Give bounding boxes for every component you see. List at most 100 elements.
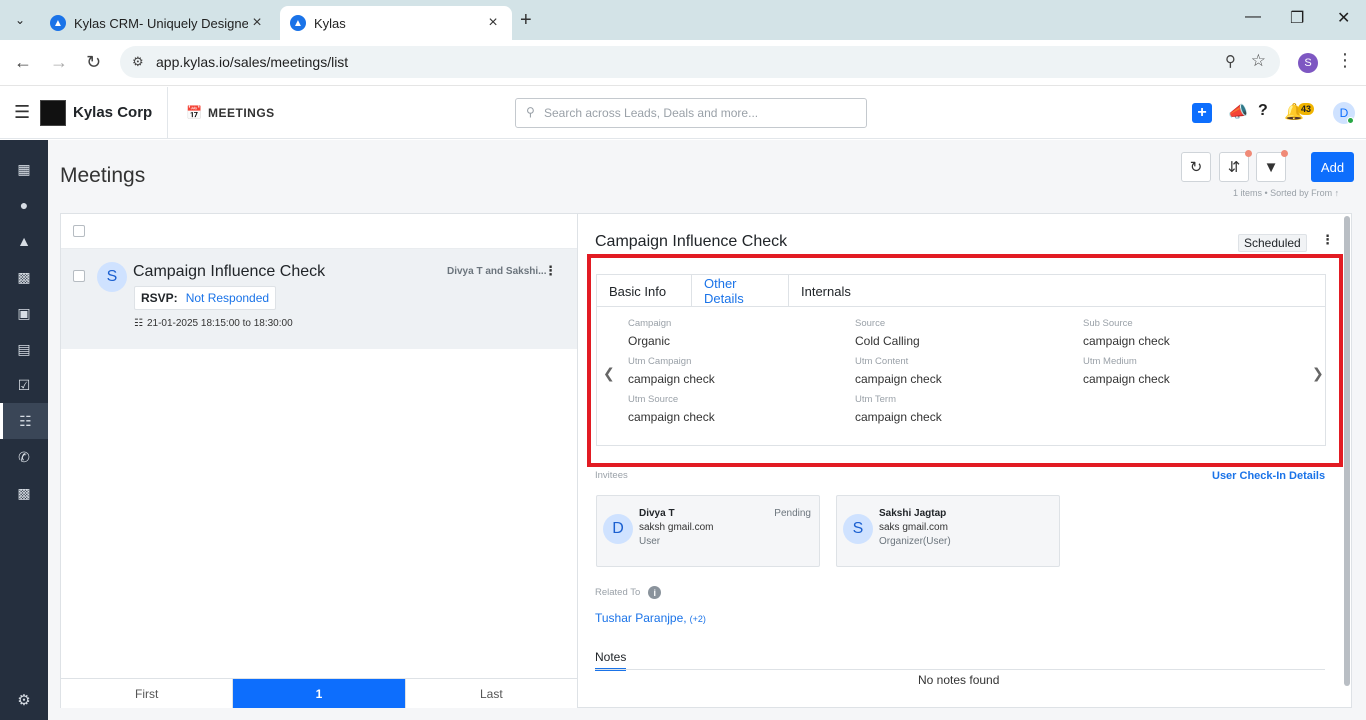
field-label: Utm Campaign	[628, 356, 692, 367]
related-to-text: Related To	[595, 587, 641, 598]
settings-gear-icon[interactable]: ⚙	[0, 682, 48, 718]
row-more-icon[interactable]: ⋮	[544, 263, 557, 279]
browser-profile-avatar[interactable]: S	[1298, 53, 1318, 73]
field-value: Cold Calling	[855, 334, 920, 348]
field-sub-source: Sub Source campaign check	[1083, 318, 1170, 348]
row-checkbox[interactable]	[73, 270, 85, 282]
meetings-list-panel: S Campaign Influence Check Divya T and S…	[60, 213, 578, 708]
close-tab-icon[interactable]: ×	[484, 14, 502, 32]
add-button[interactable]: Add	[1311, 152, 1354, 182]
global-search-input[interactable]: ⚲ Search across Leads, Deals and more...	[515, 98, 867, 128]
browser-menu-icon[interactable]: ⋮	[1336, 50, 1354, 71]
field-utm-medium: Utm Medium campaign check	[1083, 356, 1170, 386]
minimize-icon[interactable]: —	[1245, 8, 1261, 26]
field-value: campaign check	[1083, 372, 1170, 386]
chevron-left-icon[interactable]: ❮	[603, 365, 615, 382]
filter-button[interactable]: ▼	[1256, 152, 1286, 182]
new-tab-icon[interactable]: +	[520, 9, 532, 32]
field-label: Utm Content	[855, 356, 909, 367]
user-check-in-link[interactable]: User Check-In Details	[1212, 470, 1325, 482]
tab-other-details[interactable]: Other Details	[692, 275, 789, 307]
tab-internals[interactable]: Internals	[789, 275, 863, 307]
calls-icon[interactable]: ✆	[0, 439, 48, 475]
pagination: First 1 Last	[61, 678, 577, 708]
field-utm-source: Utm Source campaign check	[628, 394, 715, 424]
invitee-name: Divya T	[639, 508, 675, 519]
list-item[interactable]: S Campaign Influence Check Divya T and S…	[61, 249, 577, 349]
restore-icon[interactable]: ❐	[1290, 8, 1304, 28]
leads-icon[interactable]: ▲	[0, 223, 48, 259]
bookmark-star-icon[interactable]: ☆	[1251, 51, 1266, 71]
search-placeholder: Search across Leads, Deals and more...	[544, 106, 759, 120]
companies-icon[interactable]: ▣	[0, 295, 48, 331]
invitee-role: User	[639, 536, 661, 547]
field-value: campaign check	[855, 410, 942, 424]
invitee-role: Organizer(User)	[879, 536, 951, 547]
reload-icon[interactable]: ↻	[86, 52, 101, 73]
related-more[interactable]: (+2)	[690, 614, 706, 624]
calendar-icon: ☷	[134, 318, 143, 329]
tasks-icon[interactable]: ☑	[0, 367, 48, 403]
field-label: Source	[855, 318, 886, 329]
megaphone-icon[interactable]: 📣	[1228, 102, 1248, 122]
tab-notes[interactable]: Notes	[595, 650, 627, 671]
help-icon[interactable]: ?	[1258, 102, 1268, 120]
hamburger-menu-icon[interactable]: ☰	[14, 102, 30, 123]
meeting-detail-panel: Campaign Influence Check Scheduled ⋮ Bas…	[578, 213, 1352, 708]
info-icon[interactable]: i	[648, 586, 662, 599]
meeting-title[interactable]: Campaign Influence Check	[133, 263, 325, 281]
related-to-label: Related To i	[595, 586, 662, 599]
zoom-icon[interactable]: ⚲	[1225, 52, 1236, 70]
scrollbar[interactable]	[1344, 216, 1350, 686]
dashboard-icon[interactable]: ▦	[0, 151, 48, 187]
invitee-card: D Divya T saksh gmail.com User Pending	[596, 495, 820, 567]
last-page-button[interactable]: Last	[404, 679, 577, 708]
address-bar[interactable]: ⚙ app.kylas.io/sales/meetings/list ⚲ ☆	[120, 46, 1280, 78]
company-name: Kylas Corp	[73, 104, 153, 121]
filter-active-dot	[1281, 150, 1288, 157]
invitee-name: Sakshi Jagtap	[879, 508, 947, 519]
meetings-calendar-icon[interactable]: ☷	[0, 403, 48, 439]
meeting-time: ☷ 21-01-2025 18:15:00 to 18:30:00	[134, 318, 293, 329]
contacts-icon[interactable]: ●	[0, 187, 48, 223]
tab-search-chevron-icon[interactable]: ⌄	[8, 8, 32, 32]
field-value: Organic	[628, 334, 671, 348]
select-all-checkbox[interactable]	[73, 225, 85, 237]
site-settings-icon[interactable]: ⚙	[132, 54, 144, 70]
current-page-button[interactable]: 1	[232, 679, 405, 708]
field-value: campaign check	[628, 372, 715, 386]
forward-icon[interactable]: →	[50, 52, 68, 73]
field-utm-term: Utm Term campaign check	[855, 394, 942, 424]
field-value: campaign check	[1083, 334, 1170, 348]
field-utm-content: Utm Content campaign check	[855, 356, 942, 386]
detail-more-icon[interactable]: ⋮	[1321, 232, 1334, 248]
field-label: Utm Term	[855, 394, 896, 405]
back-icon[interactable]: ←	[14, 52, 32, 73]
deals-icon[interactable]: ▩	[0, 259, 48, 295]
reports-icon[interactable]: ▩	[0, 475, 48, 511]
field-campaign: Campaign Organic	[628, 318, 671, 348]
first-page-button[interactable]: First	[61, 679, 233, 708]
list-header	[61, 214, 577, 249]
quick-add-button[interactable]: +	[1192, 103, 1212, 123]
tab-basic-info[interactable]: Basic Info	[597, 275, 692, 307]
refresh-button[interactable]: ↻	[1181, 152, 1211, 182]
rsvp-badge[interactable]: RSVP: Not Responded	[134, 286, 277, 310]
related-entity-link[interactable]: Tushar Paranjpe, (+2)	[595, 611, 706, 625]
browser-tab[interactable]: ▲ Kylas CRM- Uniquely Designed ×	[40, 6, 276, 40]
status-badge: Scheduled	[1238, 234, 1307, 252]
avatar: S	[97, 262, 127, 292]
online-status-dot	[1347, 117, 1354, 124]
sort-button[interactable]: ⇵	[1219, 152, 1249, 182]
clipboard-icon[interactable]: ▤	[0, 331, 48, 367]
field-value: campaign check	[855, 372, 942, 386]
close-tab-icon[interactable]: ×	[248, 14, 266, 32]
window-close-icon[interactable]: ✕	[1337, 8, 1350, 28]
search-icon: ⚲	[526, 105, 535, 119]
kylas-favicon-icon: ▲	[50, 15, 66, 31]
browser-tab-active[interactable]: ▲ Kylas ×	[280, 6, 512, 40]
chevron-right-icon[interactable]: ❯	[1312, 365, 1324, 382]
sidebar: ▦ ● ▲ ▩ ▣ ▤ ☑ ☷ ✆ ▩ ⚙	[0, 140, 48, 720]
company-logo	[40, 100, 66, 126]
meeting-owners: Divya T and Sakshi...	[447, 266, 547, 277]
